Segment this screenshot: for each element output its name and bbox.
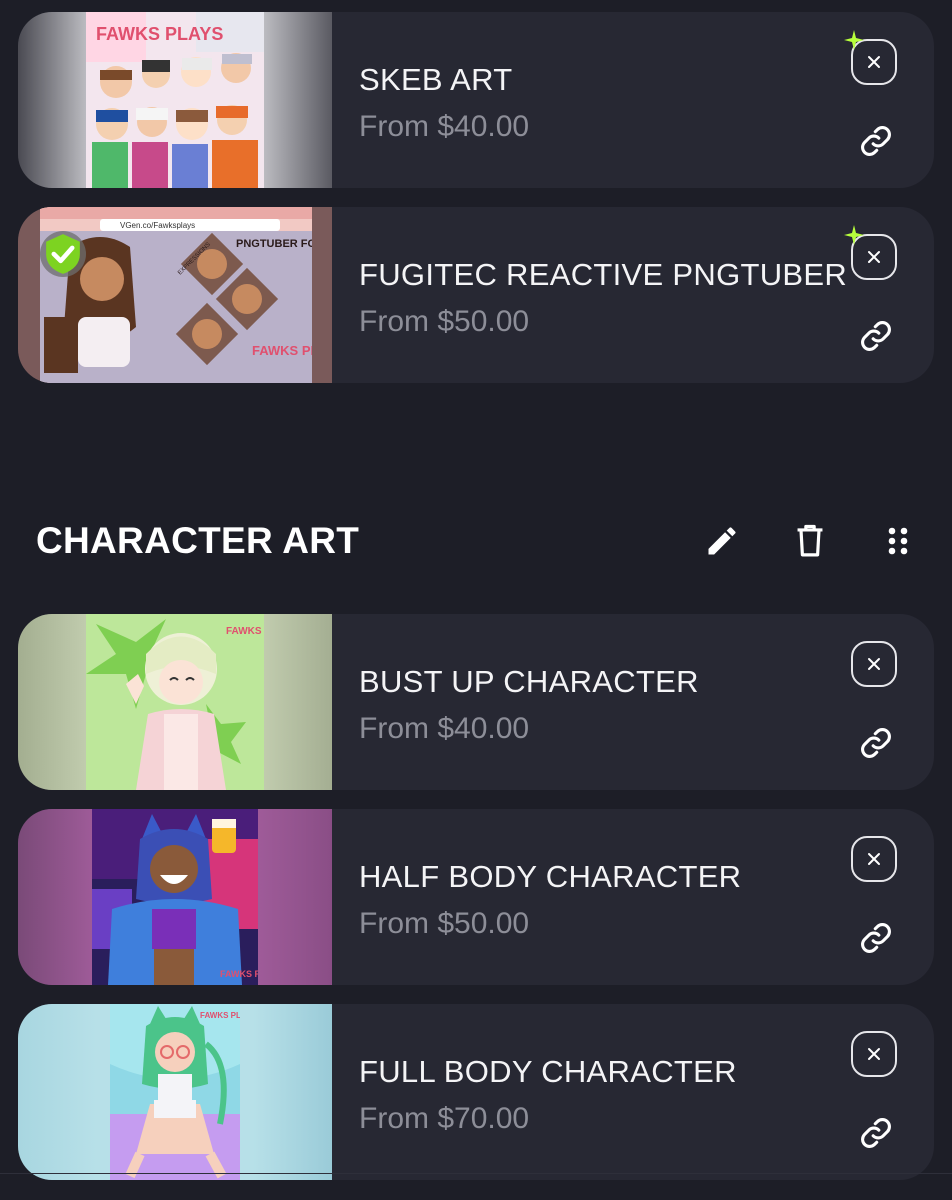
remove-button[interactable] — [851, 1031, 897, 1077]
sparkle-icon — [844, 30, 864, 50]
close-icon — [868, 1048, 880, 1060]
service-price: From $40.00 — [359, 712, 530, 745]
close-icon — [868, 658, 880, 670]
service-price: From $50.00 — [359, 907, 530, 940]
link-icon — [861, 1118, 891, 1148]
remove-button[interactable] — [844, 30, 897, 85]
pencil-icon — [708, 527, 736, 555]
brand-logo-text: FAWKS PLAYS — [252, 343, 312, 358]
link-button[interactable] — [855, 722, 897, 764]
url-text: VGen.co/Fawksplays — [120, 221, 195, 230]
drag-handle[interactable] — [878, 521, 918, 561]
close-icon — [868, 56, 880, 68]
brand-logo-text: FAWKS PLAYS — [200, 1011, 240, 1020]
bottom-divider — [0, 1173, 952, 1174]
edit-section-button[interactable] — [702, 521, 742, 561]
brand-logo-text: FAWKS PLAYS — [226, 626, 264, 637]
service-price: From $40.00 — [359, 110, 530, 143]
remove-button[interactable] — [851, 641, 897, 687]
service-price: From $50.00 — [359, 305, 530, 338]
service-card[interactable]: FAWKS PLAYS HALF BODY CHARACTER From $50… — [18, 809, 934, 985]
half-body-art-image: FAWKS PLAYS — [92, 809, 258, 985]
brand-logo-text: FAWKS PLAYS — [96, 24, 223, 44]
check-shield-icon — [46, 234, 80, 274]
service-title: FUGITEC REACTIVE PNGTUBER — [359, 257, 848, 292]
link-icon — [861, 728, 891, 758]
fawks-plays-group-art-image: FAWKS PLAYS — [86, 12, 264, 188]
service-thumbnail: FAWKS PLAYS — [18, 809, 332, 985]
section-title: CHARACTER ART — [36, 520, 360, 561]
link-icon — [861, 126, 891, 156]
service-card[interactable]: FAWKS PLAYS FULL BODY CHARACTER From $70… — [18, 1004, 934, 1180]
service-title: BUST UP CHARACTER — [359, 664, 699, 699]
brand-logo-text: FAWKS PLAYS — [220, 969, 258, 979]
service-card[interactable]: FAWKS PLAYS SKEB ART From $40.00 — [18, 12, 934, 188]
link-icon — [861, 923, 891, 953]
link-icon — [861, 321, 891, 351]
service-price: From $70.00 — [359, 1102, 530, 1135]
link-button[interactable] — [855, 120, 897, 162]
remove-button[interactable] — [851, 836, 897, 882]
close-icon — [868, 853, 880, 865]
service-title: HALF BODY CHARACTER — [359, 859, 742, 894]
full-body-art-image: FAWKS PLAYS — [110, 1004, 240, 1180]
trash-icon — [797, 524, 823, 557]
service-thumbnail: VGen.co/Fawksplays PNGTUBER FOR EPPERVT … — [18, 207, 332, 383]
service-title: FULL BODY CHARACTER — [359, 1054, 737, 1089]
service-title: SKEB ART — [359, 62, 513, 97]
service-card[interactable]: FAWKS PLAYS BUST UP CHARACTER From $40.0… — [18, 614, 934, 790]
pngtuber-caption: PNGTUBER FOR EPPERVT — [236, 238, 312, 250]
selected-check-badge — [40, 231, 86, 277]
remove-button[interactable] — [844, 225, 897, 280]
service-card[interactable]: VGen.co/Fawksplays PNGTUBER FOR EPPERVT … — [18, 207, 934, 383]
service-thumbnail: FAWKS PLAYS — [18, 12, 332, 188]
link-button[interactable] — [855, 315, 897, 357]
drag-handle-icon — [888, 527, 908, 555]
delete-section-button[interactable] — [790, 521, 830, 561]
sparkle-icon — [844, 225, 864, 245]
close-icon — [868, 251, 880, 263]
link-button[interactable] — [855, 1112, 897, 1154]
service-thumbnail: FAWKS PLAYS — [18, 614, 332, 790]
service-thumbnail: FAWKS PLAYS — [18, 1004, 332, 1180]
bust-up-art-image: FAWKS PLAYS — [86, 614, 264, 790]
link-button[interactable] — [855, 917, 897, 959]
